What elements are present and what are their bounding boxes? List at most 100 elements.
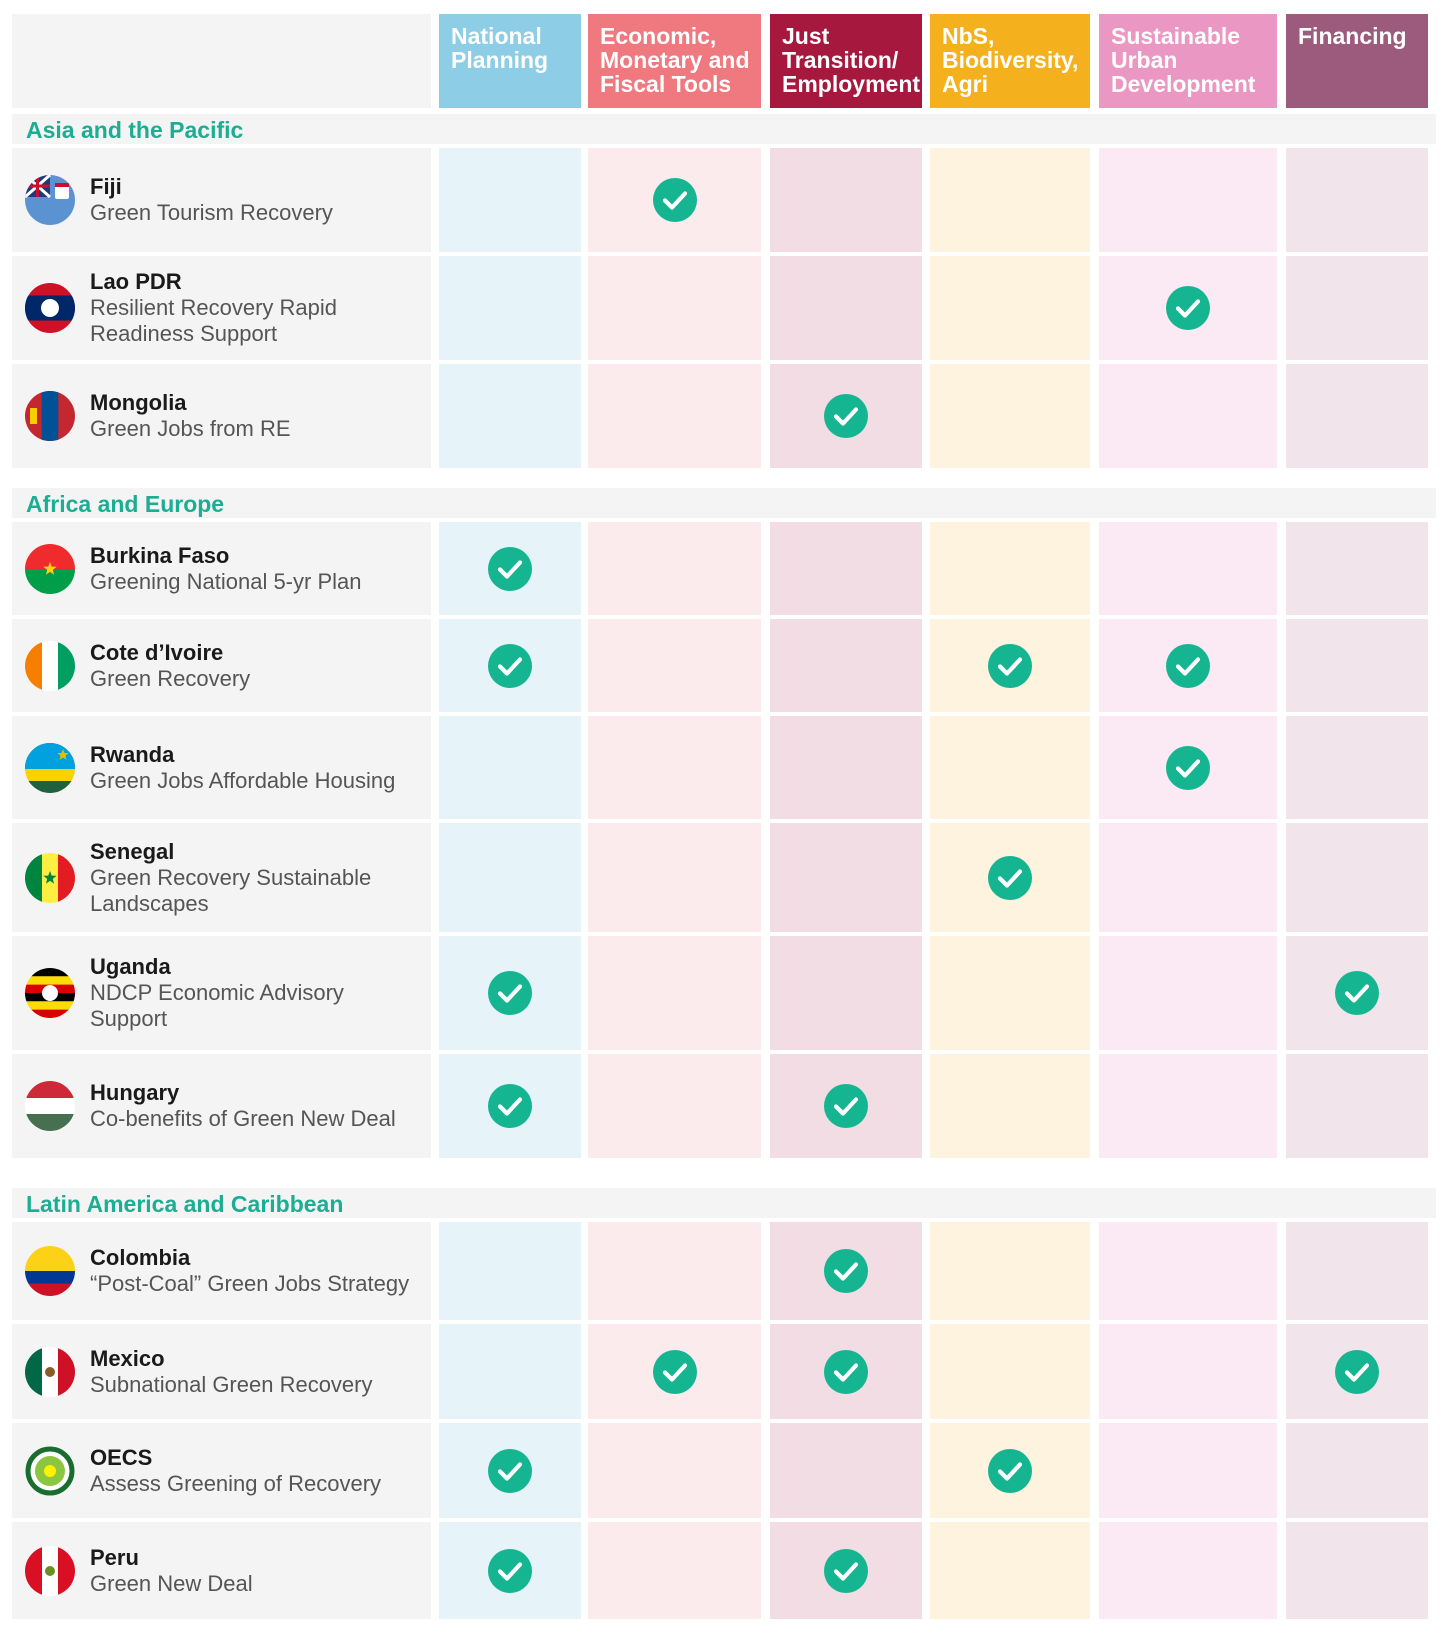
- row-text: Peru Green New Deal: [90, 1545, 421, 1597]
- checkmark-icon: [824, 394, 868, 438]
- checkmark-icon: [988, 644, 1032, 688]
- table-row-label: Mexico Subnational Green Recovery: [12, 1324, 431, 1419]
- matrix-cell: [1099, 1324, 1277, 1419]
- matrix-cell: [439, 256, 581, 360]
- matrix-cell: [1099, 148, 1277, 252]
- matrix-cell: [770, 148, 922, 252]
- table-row-label: Senegal Green Recovery Sustainable Landsc…: [12, 823, 431, 932]
- matrix-cell: [930, 256, 1090, 360]
- country-name: Peru: [90, 1545, 139, 1570]
- row-text: Cote d’Ivoire Green Recovery: [90, 640, 421, 692]
- table-row-label: Cote d’Ivoire Green Recovery: [12, 619, 431, 712]
- project-name: Subnational Green Recovery: [90, 1372, 373, 1397]
- section-header-1: Asia and the Pacific: [12, 114, 1436, 144]
- matrix-cell: [1099, 823, 1277, 932]
- matrix-cell: [1099, 936, 1277, 1050]
- checkmark-icon: [653, 178, 697, 222]
- checkmark-icon: [488, 547, 532, 591]
- matrix-cell: [930, 364, 1090, 468]
- matrix-cell: [1099, 256, 1277, 360]
- laos-flag-icon: [25, 283, 75, 333]
- project-name: Co-benefits of Green New Deal: [90, 1106, 396, 1131]
- section-title: Latin America and Caribbean: [26, 1191, 344, 1217]
- country-name: Mexico: [90, 1346, 165, 1371]
- matrix-cell: [588, 716, 761, 819]
- project-name: Green New Deal: [90, 1571, 253, 1596]
- row-text: Mongolia Green Jobs from RE: [90, 390, 421, 442]
- matrix-cell: [1099, 1222, 1277, 1320]
- country-name: Lao PDR: [90, 269, 182, 294]
- matrix-cell: [588, 823, 761, 932]
- column-header-2: Economic, Monetary and Fiscal Tools: [588, 14, 761, 108]
- matrix-cell: [1286, 823, 1428, 932]
- matrix-cell: [439, 1522, 581, 1619]
- matrix-cell: [770, 936, 922, 1050]
- matrix-cell: [439, 936, 581, 1050]
- row-text: Uganda NDCP Economic Advisory Support: [90, 954, 421, 1032]
- oecs-logo-icon: [25, 1446, 75, 1496]
- matrix-cell: [588, 148, 761, 252]
- uganda-flag-icon: [25, 968, 75, 1018]
- matrix-cell: [770, 364, 922, 468]
- matrix-cell: [588, 522, 761, 615]
- country-name: Hungary: [90, 1080, 180, 1105]
- column-header-1: National Planning: [439, 14, 581, 108]
- row-text: Hungary Co-benefits of Green New Deal: [90, 1080, 421, 1132]
- matrix-cell: [1286, 1054, 1428, 1158]
- checkmark-icon: [488, 1084, 532, 1128]
- cote-divoire-flag-icon: [25, 641, 75, 691]
- matrix-cell: [930, 823, 1090, 932]
- matrix-cell: [439, 148, 581, 252]
- project-name: Green Tourism Recovery: [90, 200, 333, 225]
- checkmark-icon: [1166, 286, 1210, 330]
- table-row-label: Colombia “Post-Coal” Green Jobs Strategy: [12, 1222, 431, 1320]
- table-row-label: Hungary Co-benefits of Green New Deal: [12, 1054, 431, 1158]
- matrix-cell: [930, 1423, 1090, 1518]
- matrix-cell: [930, 1054, 1090, 1158]
- matrix-cell: [930, 522, 1090, 615]
- matrix-cell: [770, 823, 922, 932]
- checkmark-icon: [988, 856, 1032, 900]
- table-row-label: OECS Assess Greening of Recovery: [12, 1423, 431, 1518]
- matrix-cell: [1286, 619, 1428, 712]
- row-text: Fiji Green Tourism Recovery: [90, 174, 421, 226]
- country-name: Fiji: [90, 174, 122, 199]
- matrix-cell: [1286, 148, 1428, 252]
- rwanda-flag-icon: [25, 743, 75, 793]
- row-text: Mexico Subnational Green Recovery: [90, 1346, 421, 1398]
- matrix-cell: [588, 1324, 761, 1419]
- matrix-cell: [930, 716, 1090, 819]
- project-name: NDCP Economic Advisory Support: [90, 980, 344, 1031]
- matrix-cell: [1099, 1423, 1277, 1518]
- checkmark-icon: [653, 1350, 697, 1394]
- checkmark-icon: [1335, 971, 1379, 1015]
- project-name: Green Recovery: [90, 666, 251, 691]
- matrix-cell: [588, 364, 761, 468]
- project-name: Resilient Recovery Rapid Readiness Suppo…: [90, 295, 337, 346]
- row-text: Rwanda Green Jobs Affordable Housing: [90, 742, 421, 794]
- country-name: Cote d’Ivoire: [90, 640, 224, 665]
- peru-flag-icon: [25, 1546, 75, 1596]
- matrix-cell: [930, 148, 1090, 252]
- section-header-3: Latin America and Caribbean: [12, 1188, 1436, 1218]
- matrix-cell: [1286, 716, 1428, 819]
- matrix-cell: [439, 823, 581, 932]
- table-row-label: Lao PDR Resilient Recovery Rapid Readines…: [12, 256, 431, 360]
- colombia-flag-icon: [25, 1246, 75, 1296]
- checkmark-icon: [488, 644, 532, 688]
- matrix-cell: [439, 1222, 581, 1320]
- burkina-faso-flag-icon: [25, 544, 75, 594]
- matrix-cell: [1286, 364, 1428, 468]
- mongolia-flag-icon: [25, 391, 75, 441]
- country-name: Rwanda: [90, 742, 175, 767]
- project-name: Green Recovery Sustainable Landscapes: [90, 865, 372, 916]
- section-title: Africa and Europe: [26, 491, 225, 517]
- matrix-cell: [439, 1324, 581, 1419]
- row-text: Senegal Green Recovery Sustainable Landsc…: [90, 839, 421, 917]
- country-name: Burkina Faso: [90, 543, 230, 568]
- matrix-cell: [588, 1054, 761, 1158]
- matrix-cell: [770, 522, 922, 615]
- matrix-cell: [930, 1324, 1090, 1419]
- matrix-cell: [588, 619, 761, 712]
- matrix-cell: [770, 716, 922, 819]
